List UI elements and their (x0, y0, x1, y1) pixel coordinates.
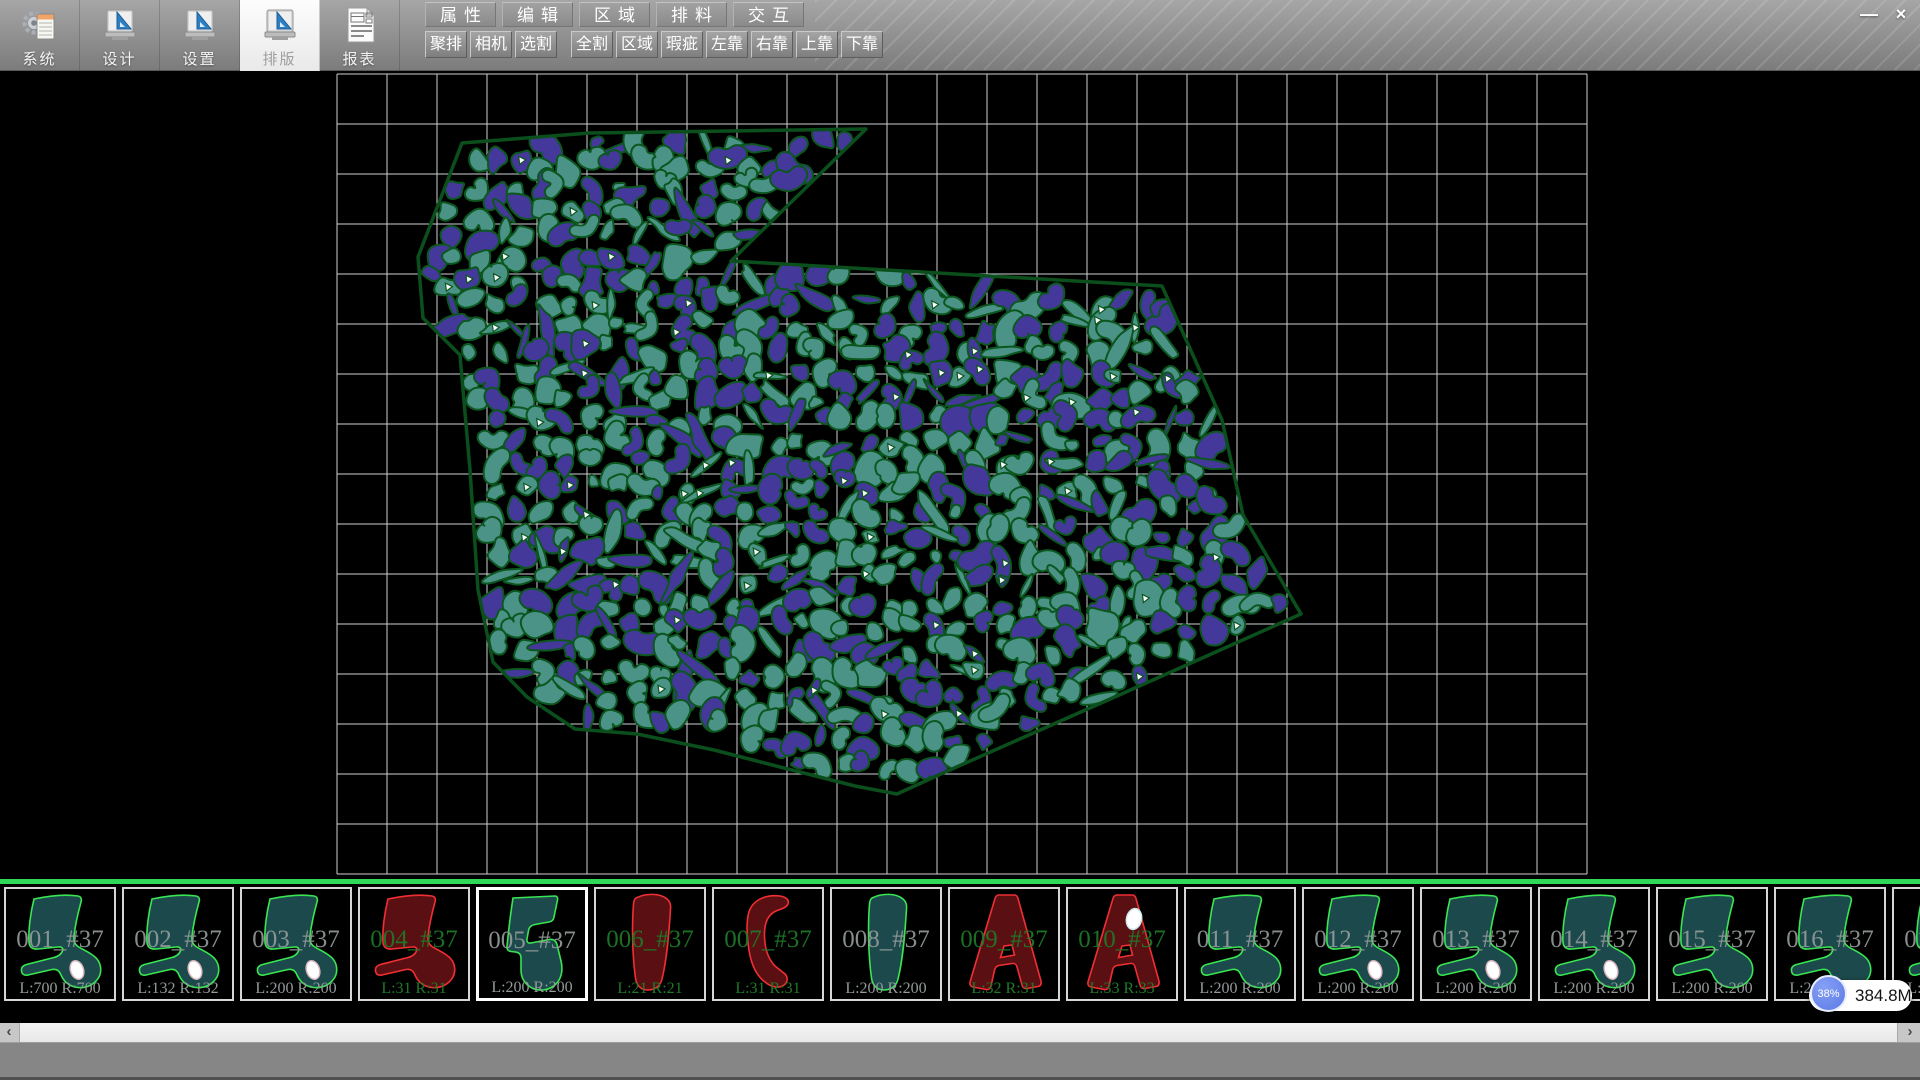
strip-accent-line (0, 879, 1920, 884)
piece-name: 013_#37 (1422, 926, 1530, 954)
piece-lr-count: L:200 R:200 (479, 979, 585, 997)
thumbnail-001[interactable]: 001_#37 L:700 R:700 (4, 887, 116, 1001)
menu-item-0[interactable]: 属性 (425, 2, 496, 27)
main-toolbar: 系统设计设置排版报表 属性编辑区域排料交互 聚排相机选割全割区域瑕疵左靠右靠上靠… (0, 0, 1920, 71)
menu-item-1[interactable]: 编辑 (502, 2, 573, 27)
piece-lr-count: L:200 R:200 (832, 980, 940, 998)
piece-lr-count: L:132 R:132 (124, 980, 232, 998)
action-button-7[interactable]: 右靠 (751, 31, 793, 58)
nesting-icon (260, 3, 300, 47)
action-button-1[interactable]: 相机 (470, 31, 512, 58)
piece-lr-count: L:700 R:700 (6, 980, 114, 998)
thumbnail-002[interactable]: 002_#37 L:132 R:132 (122, 887, 234, 1001)
action-button-2[interactable]: 选割 (515, 31, 557, 58)
progress-badge: 38% 384.8M (1809, 980, 1912, 1011)
thumbnail-015[interactable]: 015_#37 L:200 R:200 (1656, 887, 1768, 1001)
piece-name: 003_#37 (242, 926, 350, 954)
piece-name: 005_#37 (479, 927, 585, 955)
toolbar-item-label: 报表 (342, 48, 376, 69)
piece-name: 010_#37 (1068, 926, 1176, 954)
scrollbar-thumb[interactable] (19, 1023, 1898, 1042)
action-button-6[interactable]: 左靠 (706, 31, 748, 58)
piece-lr-count: L:200 R:200 (1658, 980, 1766, 998)
menu-bar: 属性编辑区域排料交互 (425, 2, 883, 27)
thumbnail-008[interactable]: 008_#37 L:200 R:200 (830, 887, 942, 1001)
piece-lr-count: L:21 R:21 (596, 980, 704, 998)
piece-name: 009_#37 (950, 926, 1058, 954)
piece-lr-count: L:200 R:200 (1186, 980, 1294, 998)
piece-name: 017_#37 (1894, 926, 1920, 954)
nesting-canvas[interactable] (0, 71, 1920, 879)
system-icon (20, 3, 60, 47)
toolbar-item-design[interactable]: 设计 (80, 0, 160, 71)
menu-item-3[interactable]: 排料 (656, 2, 727, 27)
scroll-left-button[interactable]: ‹ (0, 1023, 18, 1042)
scroll-right-button[interactable]: › (1901, 1023, 1919, 1042)
thumbnail-003[interactable]: 003_#37 L:200 R:200 (240, 887, 352, 1001)
piece-name: 008_#37 (832, 926, 940, 954)
piece-lr-count: L:200 R:200 (1540, 980, 1648, 998)
action-button-4[interactable]: 区域 (616, 31, 658, 58)
action-toolbar: 聚排相机选割全割区域瑕疵左靠右靠上靠下靠 (425, 31, 883, 58)
piece-lr-count: L:200 R:200 (1304, 980, 1412, 998)
close-button[interactable]: × (1886, 2, 1916, 27)
memory-usage: 384.8M (1855, 980, 1912, 1011)
piece-lr-count: L:200 R:200 (1422, 980, 1530, 998)
menu-item-2[interactable]: 区域 (579, 2, 650, 27)
thumbnail-005[interactable]: 005_#37 L:200 R:200 (476, 887, 588, 1001)
toolbar-item-label: 设置 (182, 48, 216, 69)
hide-nesting-view (0, 71, 1920, 879)
thumbnail-013[interactable]: 013_#37 L:200 R:200 (1420, 887, 1532, 1001)
toolbar-item-setup[interactable]: 设置 (160, 0, 240, 71)
status-bar (0, 1042, 1920, 1080)
piece-name: 014_#37 (1540, 926, 1648, 954)
piece-lr-count: L:31 R:31 (714, 980, 822, 998)
menu-item-4[interactable]: 交互 (733, 2, 804, 27)
piece-name: 016_#37 (1776, 926, 1884, 954)
toolbar-item-system[interactable]: 系统 (0, 0, 80, 71)
icon-toolbar: 系统 设计 设置 排版 报表 (0, 0, 400, 71)
piece-name: 015_#37 (1658, 926, 1766, 954)
piece-name: 011_#37 (1186, 926, 1294, 954)
piece-lr-count: L:200 R:200 (242, 980, 350, 998)
piece-lr-count: L:33 R:33 (1068, 980, 1176, 998)
piece-thumbnail-strip: 001_#37 L:700 R:700 002_#37 L:132 R:132 003_… (0, 879, 1920, 1023)
thumbnail-004[interactable]: 004_#37 L:31 R:31 (358, 887, 470, 1001)
toolbar-item-report[interactable]: 报表 (320, 0, 400, 71)
toolbar-item-label: 排版 (262, 48, 296, 69)
thumbnail-007[interactable]: 007_#37 L:31 R:31 (712, 887, 824, 1001)
window-controls: — × (1854, 2, 1916, 27)
toolbar-item-nesting[interactable]: 排版 (240, 0, 320, 71)
thumbnail-009[interactable]: 009_#37 L:32 R:31 (948, 887, 1060, 1001)
design-icon (100, 3, 140, 47)
piece-name: 002_#37 (124, 926, 232, 954)
minimize-button[interactable]: — (1854, 2, 1884, 27)
menu-area: 属性编辑区域排料交互 聚排相机选割全割区域瑕疵左靠右靠上靠下靠 (425, 0, 883, 58)
report-icon (340, 3, 380, 47)
action-button-0[interactable]: 聚排 (425, 31, 467, 58)
piece-name: 007_#37 (714, 926, 822, 954)
titlebar[interactable] (815, 0, 1920, 70)
thumbnail-010[interactable]: 010_#37 L:33 R:33 (1066, 887, 1178, 1001)
piece-name: 004_#37 (360, 926, 468, 954)
progress-percent: 38% (1810, 975, 1847, 1012)
thumbnail-011[interactable]: 011_#37 L:200 R:200 (1184, 887, 1296, 1001)
action-button-8[interactable]: 上靠 (796, 31, 838, 58)
thumbnail-scrollbar[interactable]: ‹ › (0, 1023, 1920, 1042)
toolbar-item-label: 系统 (22, 48, 56, 69)
piece-lr-count: L:31 R:31 (360, 980, 468, 998)
piece-lr-count: L:32 R:31 (950, 980, 1058, 998)
toolbar-item-label: 设计 (102, 48, 136, 69)
thumbnail-014[interactable]: 014_#37 L:200 R:200 (1538, 887, 1650, 1001)
thumbnail-012[interactable]: 012_#37 L:200 R:200 (1302, 887, 1414, 1001)
piece-name: 006_#37 (596, 926, 704, 954)
piece-name: 012_#37 (1304, 926, 1412, 954)
action-button-5[interactable]: 瑕疵 (661, 31, 703, 58)
thumbnail-006[interactable]: 006_#37 L:21 R:21 (594, 887, 706, 1001)
setup-icon (180, 3, 220, 47)
action-button-9[interactable]: 下靠 (841, 31, 883, 58)
action-button-3[interactable]: 全割 (571, 31, 613, 58)
piece-name: 001_#37 (6, 926, 114, 954)
